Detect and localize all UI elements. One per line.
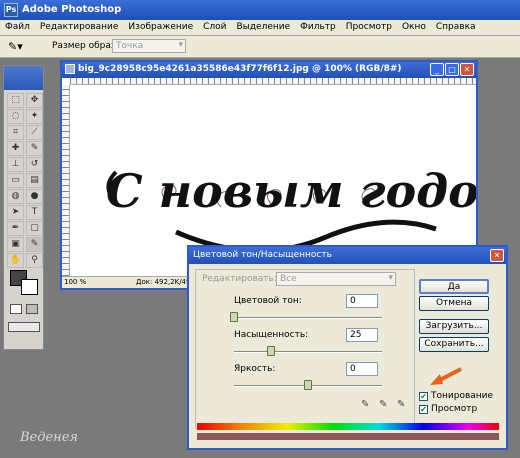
menu-help[interactable]: Справка: [431, 20, 481, 32]
document-title: big_9c28958c95e4261a35586e43f77f6f12.jpg…: [78, 64, 402, 74]
color-spectrum-bar: [197, 423, 499, 430]
artwork-text: С новым годом!: [106, 164, 476, 218]
eyedropper-tool-icon[interactable]: ✎: [26, 237, 43, 252]
menu-file[interactable]: Файл: [0, 20, 35, 32]
healing-brush-icon[interactable]: ✚: [7, 141, 24, 156]
maximize-icon[interactable]: □: [445, 63, 459, 76]
brush-tool-icon[interactable]: ✎: [26, 141, 43, 156]
blur-tool-icon[interactable]: ◍: [7, 189, 24, 204]
hue-slider-track: [234, 317, 382, 319]
watermark-signature: Веденея: [20, 430, 79, 445]
load-button[interactable]: Загрузить...: [419, 319, 489, 334]
dialog-title: Цветовой тон/Насыщенность: [193, 250, 332, 260]
chevron-down-icon: ▾: [388, 273, 393, 283]
result-color-bar: [197, 433, 499, 440]
stamp-tool-icon[interactable]: ⊥: [7, 157, 24, 172]
screen-mode-icon[interactable]: [8, 322, 40, 332]
toolbox-header: [4, 66, 43, 90]
hue-label: Цветовой тон:: [234, 296, 302, 306]
options-bar: ✎▾ Размер образца: Точка ▾: [0, 36, 520, 58]
menubar: Файл Редактирование Изображение Слой Выделен…: [0, 20, 520, 36]
shape-tool-icon[interactable]: ▢: [26, 221, 43, 236]
lightness-label: Яркость:: [234, 364, 276, 374]
close-icon[interactable]: ✕: [460, 63, 474, 76]
hue-input[interactable]: 0: [346, 294, 378, 308]
document-icon: [65, 64, 75, 74]
lasso-tool-icon[interactable]: ◌: [7, 109, 24, 124]
edit-select-value: Все: [280, 274, 297, 284]
eyedropper-plus-icon[interactable]: ✎: [379, 399, 391, 411]
menu-filter[interactable]: Фильтр: [295, 20, 341, 32]
saturation-label: Насыщенность:: [234, 330, 309, 340]
magic-wand-icon[interactable]: ✦: [26, 109, 43, 124]
edit-select[interactable]: Все ▾: [276, 272, 396, 286]
sample-size-select[interactable]: Точка ▾: [112, 39, 186, 53]
move-tool-icon[interactable]: ✥: [26, 93, 43, 108]
annotation-arrow-icon: [430, 367, 462, 385]
hand-tool-icon[interactable]: ✋: [7, 253, 24, 268]
menu-select[interactable]: Выделение: [232, 20, 296, 32]
menu-view[interactable]: Просмотр: [341, 20, 397, 32]
zoom-tool-icon[interactable]: ⚲: [26, 253, 43, 268]
hue-slider-thumb[interactable]: [230, 312, 238, 322]
vertical-ruler: [62, 85, 70, 276]
pen-tool-icon[interactable]: ✒: [7, 221, 24, 236]
type-tool-icon[interactable]: T: [26, 205, 43, 220]
app-title: Adobe Photoshop: [22, 4, 122, 15]
sample-size-value: Точка: [116, 41, 144, 51]
edit-label: Редактировать:: [202, 274, 277, 284]
eraser-tool-icon[interactable]: ▭: [7, 173, 24, 188]
path-select-icon[interactable]: ➤: [7, 205, 24, 220]
colorize-label: Тонирование: [431, 391, 494, 401]
crop-tool-icon[interactable]: ⌗: [7, 125, 24, 140]
gradient-tool-icon[interactable]: ▤: [26, 173, 43, 188]
eyedropper-icon[interactable]: ✎▾: [8, 40, 23, 53]
saturation-input[interactable]: 25: [346, 328, 378, 342]
eyedropper-minus-icon[interactable]: ✎: [397, 399, 409, 411]
save-button[interactable]: Сохранить...: [419, 337, 489, 352]
photoshop-logo-icon: Ps: [4, 3, 18, 17]
hue-saturation-dialog: Цветовой тон/Насыщенность ✕ Редактироват…: [187, 245, 508, 450]
preview-label: Просмотр: [431, 404, 478, 414]
ok-button[interactable]: Да: [419, 279, 489, 294]
menu-edit[interactable]: Редактирование: [35, 20, 124, 32]
horizontal-ruler: [70, 78, 476, 85]
background-color-swatch[interactable]: [21, 279, 38, 295]
dialog-close-icon[interactable]: ✕: [490, 249, 504, 262]
app-titlebar: Ps Adobe Photoshop: [0, 0, 520, 20]
lightness-input[interactable]: 0: [346, 362, 378, 376]
notes-tool-icon[interactable]: ▣: [7, 237, 24, 252]
menu-window[interactable]: Окно: [397, 20, 431, 32]
dodge-tool-icon[interactable]: ●: [26, 189, 43, 204]
marquee-tool-icon[interactable]: ⬚: [7, 93, 24, 108]
saturation-slider-thumb[interactable]: [267, 346, 275, 356]
history-brush-icon[interactable]: ↺: [26, 157, 43, 172]
quick-mask-mode-icon[interactable]: [26, 304, 38, 314]
document-titlebar: big_9c28958c95e4261a35586e43f77f6f12.jpg…: [62, 62, 476, 78]
preview-checkbox[interactable]: ✔: [419, 405, 428, 414]
dialog-titlebar: Цветовой тон/Насыщенность: [189, 247, 506, 264]
saturation-slider-track: [234, 351, 382, 353]
quick-mask-icon[interactable]: [10, 304, 22, 314]
colorize-checkbox[interactable]: ✔: [419, 392, 428, 401]
cancel-button[interactable]: Отмена: [419, 296, 489, 311]
menu-layer[interactable]: Слой: [198, 20, 231, 32]
zoom-level[interactable]: 100 %: [64, 278, 98, 286]
slice-tool-icon[interactable]: ⟋: [26, 125, 43, 140]
toolbox: ⬚ ✥ ◌ ✦ ⌗ ⟋ ✚ ✎ ⊥ ↺ ▭ ▤ ◍ ● ➤ T ✒ ▢ ▣ ✎ …: [3, 65, 44, 350]
lightness-slider-thumb[interactable]: [304, 380, 312, 390]
menu-image[interactable]: Изображение: [123, 20, 198, 32]
chevron-down-icon: ▾: [178, 40, 183, 50]
eyedropper-icon[interactable]: ✎: [361, 399, 373, 411]
minimize-icon[interactable]: _: [430, 63, 444, 76]
